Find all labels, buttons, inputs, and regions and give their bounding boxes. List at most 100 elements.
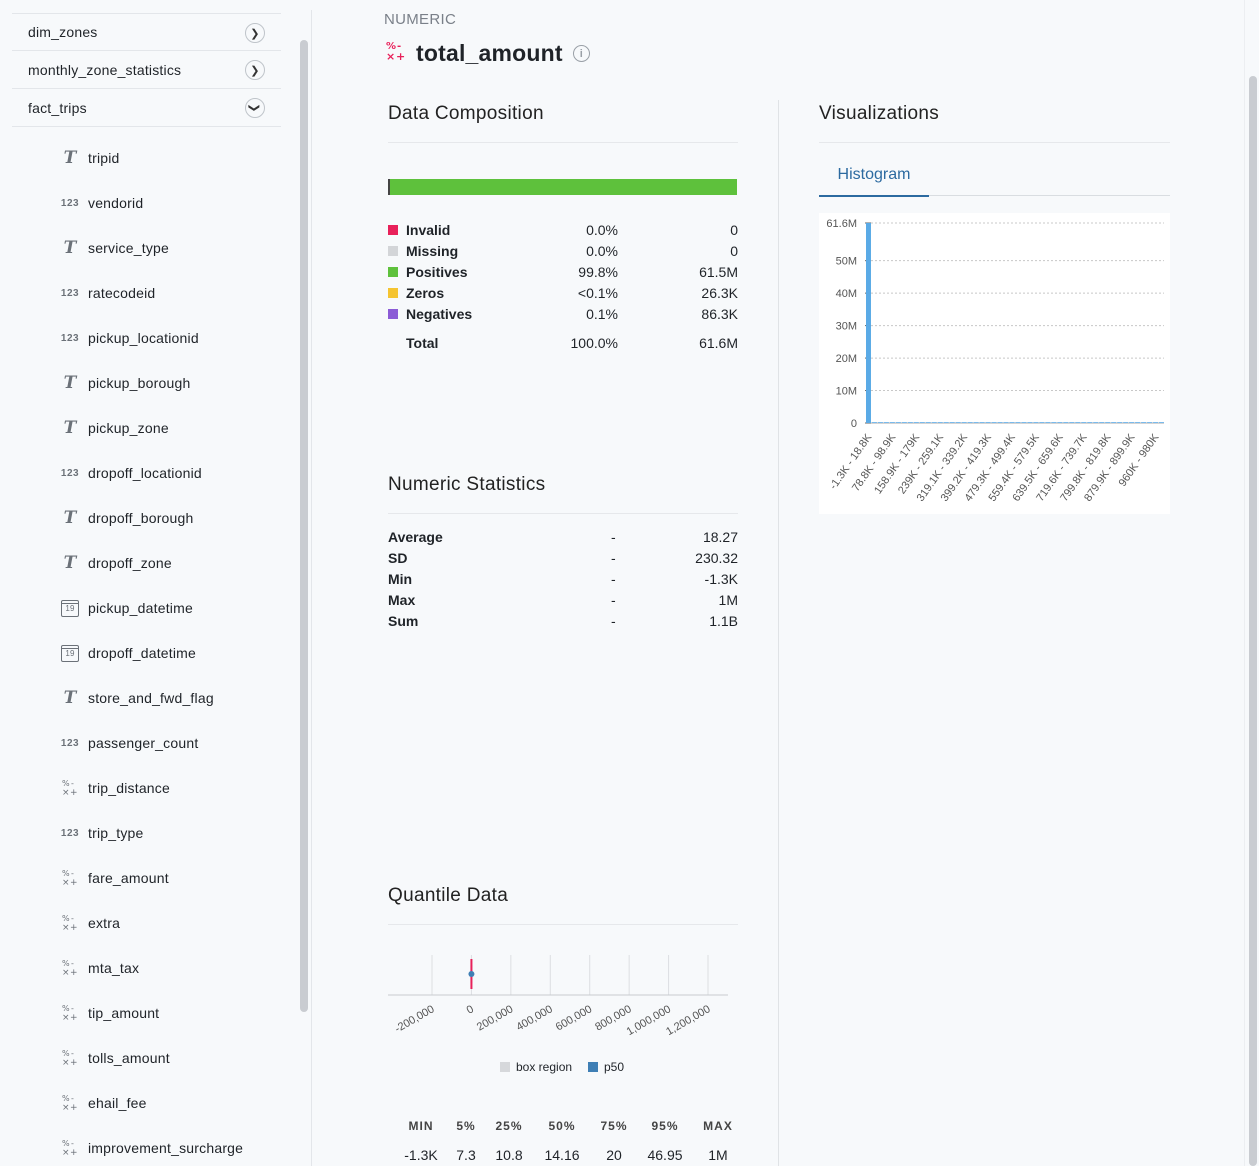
histogram-bar[interactable] xyxy=(913,422,919,423)
stat-label: Max xyxy=(388,592,416,608)
histogram-bar[interactable] xyxy=(961,422,967,423)
histogram-bar[interactable] xyxy=(1111,422,1117,423)
column-item-trip-type[interactable]: 123 trip_type xyxy=(60,821,144,845)
chevron-down-icon[interactable]: ❯ xyxy=(245,98,265,118)
table-row-dim-zones[interactable]: dim_zones ❯ xyxy=(12,13,281,51)
section-divider xyxy=(388,142,738,143)
tab-histogram[interactable]: Histogram xyxy=(819,164,929,197)
histogram-bar[interactable] xyxy=(991,422,997,423)
histogram-bar[interactable] xyxy=(1063,422,1069,423)
histogram-bar[interactable] xyxy=(1015,422,1021,423)
histogram-bar[interactable] xyxy=(1135,422,1141,423)
histogram-bar[interactable] xyxy=(1051,422,1057,423)
chevron-right-icon[interactable]: ❯ xyxy=(245,60,265,80)
histogram-bar[interactable] xyxy=(901,422,907,423)
composition-bar xyxy=(388,179,737,195)
histogram-bar[interactable] xyxy=(883,422,889,423)
histogram-bar[interactable] xyxy=(997,422,1003,423)
histogram-bar[interactable] xyxy=(1081,422,1087,423)
column-item-vendorid[interactable]: 123 vendorid xyxy=(60,191,143,215)
histogram-bar[interactable] xyxy=(1003,422,1009,423)
histogram-bar[interactable] xyxy=(955,422,961,423)
histogram-bar[interactable] xyxy=(1105,422,1111,423)
histogram-bar[interactable] xyxy=(919,422,925,423)
histogram-bar[interactable] xyxy=(1147,422,1153,423)
legend-label: box region xyxy=(516,1060,573,1074)
histogram-bar[interactable] xyxy=(1045,422,1051,423)
histogram-bar[interactable] xyxy=(1027,422,1033,423)
histogram-bar[interactable] xyxy=(1021,422,1027,423)
column-item-dropoff-borough[interactable]: Tdropoff_borough xyxy=(60,506,194,530)
p50-marker[interactable] xyxy=(468,971,475,977)
column-item-dropoff-locationid[interactable]: 123 dropoff_locationid xyxy=(60,461,202,485)
main-scrollbar[interactable] xyxy=(1249,76,1257,1166)
histogram-bar[interactable] xyxy=(949,422,955,423)
histogram-bar[interactable] xyxy=(925,422,931,423)
histogram-bar[interactable] xyxy=(931,422,937,423)
stat-dash: - xyxy=(611,613,616,629)
column-item-mta-tax[interactable]: % - × + mta_tax xyxy=(60,956,139,980)
stat-label: SD xyxy=(388,550,408,566)
histogram-bar[interactable] xyxy=(866,223,871,423)
quantile-value: 1M xyxy=(708,1147,728,1163)
histogram-bar[interactable] xyxy=(1069,422,1075,423)
y-tick-label: 0 xyxy=(851,418,857,430)
column-name: tolls_amount xyxy=(88,1050,170,1066)
info-icon[interactable]: i xyxy=(572,45,590,62)
column-item-dropoff-datetime[interactable]: 19 dropoff_datetime xyxy=(60,641,196,665)
histogram-bar[interactable] xyxy=(1129,422,1135,423)
histogram-bar[interactable] xyxy=(1057,422,1063,423)
column-item-tip-amount[interactable]: % - × + tip_amount xyxy=(60,1001,159,1025)
column-name: pickup_datetime xyxy=(88,600,193,616)
histogram-bar[interactable] xyxy=(889,422,895,423)
stat-row-max: Max - 1M xyxy=(388,590,738,610)
histogram-bar[interactable] xyxy=(937,422,943,423)
column-item-store-and-fwd-flag[interactable]: Tstore_and_fwd_flag xyxy=(60,686,214,710)
table-row-fact-trips[interactable]: fact_trips ❯ xyxy=(12,89,281,127)
histogram-bar[interactable] xyxy=(1117,422,1123,423)
column-item-passenger-count[interactable]: 123 passenger_count xyxy=(60,731,198,755)
histogram-bar[interactable] xyxy=(1033,422,1039,423)
column-item-ratecodeid[interactable]: 123 ratecodeid xyxy=(60,281,155,305)
histogram-bar[interactable] xyxy=(1009,422,1015,423)
sidebar-scrollbar[interactable] xyxy=(300,40,308,1012)
histogram-bar[interactable] xyxy=(985,422,991,423)
column-item-improvement-surcharge[interactable]: % - × + improvement_surcharge xyxy=(60,1136,243,1160)
composition-label: Total xyxy=(406,335,439,351)
histogram-bar[interactable] xyxy=(1087,422,1093,423)
column-item-pickup-locationid[interactable]: 123 pickup_locationid xyxy=(60,326,199,350)
quantile-header: MIN xyxy=(408,1119,434,1133)
histogram-bar[interactable] xyxy=(1159,422,1164,423)
composition-count: 86.3K xyxy=(701,306,738,322)
column-item-fare-amount[interactable]: % - × + fare_amount xyxy=(60,866,169,890)
column-item-ehail-fee[interactable]: % - × + ehail_fee xyxy=(60,1091,147,1115)
column-item-tolls-amount[interactable]: % - × + tolls_amount xyxy=(60,1046,170,1070)
histogram-bar[interactable] xyxy=(1093,422,1099,423)
histogram-bar[interactable] xyxy=(973,422,979,423)
column-item-pickup-datetime[interactable]: 19 pickup_datetime xyxy=(60,596,193,620)
histogram-bar[interactable] xyxy=(871,422,877,423)
table-row-monthly-zone-statistics[interactable]: monthly_zone_statistics ❯ xyxy=(12,51,281,89)
column-item-dropoff-zone[interactable]: Tdropoff_zone xyxy=(60,551,172,575)
column-item-service-type[interactable]: Tservice_type xyxy=(60,236,169,260)
histogram-bar[interactable] xyxy=(967,422,973,423)
histogram-bar[interactable] xyxy=(1141,422,1147,423)
histogram-bar[interactable] xyxy=(1123,422,1129,423)
histogram-bar[interactable] xyxy=(1099,422,1105,423)
histogram-bar[interactable] xyxy=(1153,422,1159,423)
histogram-bar[interactable] xyxy=(895,422,901,423)
chevron-right-icon[interactable]: ❯ xyxy=(245,23,265,43)
histogram-panel: 0 10M 20M 30M 40M 50M 61.6M -1.3K - 18.8K 78.8K … xyxy=(819,213,1170,514)
column-item-pickup-zone[interactable]: Tpickup_zone xyxy=(60,416,169,440)
column-item-pickup-borough[interactable]: Tpickup_borough xyxy=(60,371,191,395)
histogram-bar[interactable] xyxy=(877,422,883,423)
histogram-bar[interactable] xyxy=(1075,422,1081,423)
column-item-trip-distance[interactable]: % - × + trip_distance xyxy=(60,776,170,800)
histogram-bar[interactable] xyxy=(943,422,949,423)
column-item-extra[interactable]: % - × + extra xyxy=(60,911,120,935)
histogram-bar[interactable] xyxy=(979,422,985,423)
histogram-bar[interactable] xyxy=(907,422,913,423)
histogram-bar[interactable] xyxy=(1039,422,1045,423)
svg-text:-: - xyxy=(71,779,74,788)
column-item-tripid[interactable]: Ttripid xyxy=(60,146,120,170)
